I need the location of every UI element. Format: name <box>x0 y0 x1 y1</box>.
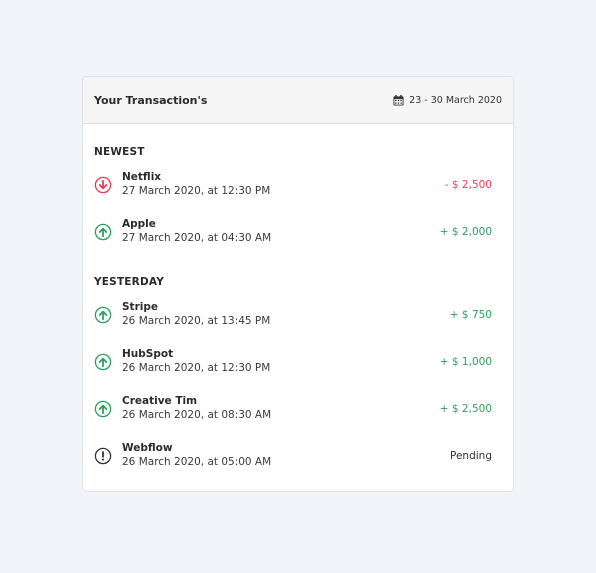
transaction-info: Netflix 27 March 2020, at 12:30 PM <box>122 170 445 199</box>
transaction-list: Stripe 26 March 2020, at 13:45 PM + $ 75… <box>94 291 502 479</box>
transaction-date: 27 March 2020, at 12:30 PM <box>122 185 271 197</box>
transaction-name: Webflow <box>122 442 173 454</box>
transaction-name: HubSpot <box>122 348 174 360</box>
arrow-up-circle-icon <box>94 353 112 371</box>
transaction-amount: + $ 2,000 <box>439 225 492 238</box>
transaction-amount: + $ 2,500 <box>439 402 492 415</box>
transaction-amount: Pending <box>450 449 492 462</box>
transaction-date: 26 March 2020, at 13:45 PM <box>122 315 271 327</box>
transaction-row[interactable]: Creative Tim 26 March 2020, at 08:30 AM … <box>94 385 502 432</box>
card-body: NEWEST Netflix 27 March 2020, at 12:30 P… <box>83 136 513 479</box>
transaction-list: Netflix 27 March 2020, at 12:30 PM - $ 2… <box>94 161 502 255</box>
transaction-info: Apple 27 March 2020, at 04:30 AM <box>122 217 440 246</box>
exclamation-circle-icon <box>94 447 112 465</box>
card-title: Your Transaction's <box>94 93 208 107</box>
date-range-label: 23 - 30 March 2020 <box>409 94 502 106</box>
section-title: YESTERDAY <box>94 276 164 288</box>
transaction-name: Apple <box>122 218 156 230</box>
card-header: Your Transaction's 23 - 30 March 2020 <box>83 77 513 124</box>
transaction-row[interactable]: Stripe 26 March 2020, at 13:45 PM + $ 75… <box>94 291 502 338</box>
arrow-up-circle-icon <box>94 223 112 241</box>
transaction-date: 26 March 2020, at 08:30 AM <box>122 409 272 421</box>
transaction-amount: - $ 2,500 <box>444 178 492 191</box>
transaction-amount: + $ 1,000 <box>439 355 492 368</box>
calendar-icon <box>393 94 404 106</box>
transactions-card: Your Transaction's 23 - 30 March 2020 NE… <box>82 76 514 492</box>
transaction-date: 26 March 2020, at 12:30 PM <box>122 362 271 374</box>
transaction-date: 27 March 2020, at 04:30 AM <box>122 232 272 244</box>
transaction-name: Creative Tim <box>122 395 198 407</box>
arrow-up-circle-icon <box>94 400 112 418</box>
transaction-info: Creative Tim 26 March 2020, at 08:30 AM <box>122 394 440 423</box>
transaction-info: Webflow 26 March 2020, at 05:00 AM <box>122 441 450 470</box>
transaction-info: HubSpot 26 March 2020, at 12:30 PM <box>122 347 440 376</box>
arrow-down-circle-icon <box>94 176 112 194</box>
transaction-info: Stripe 26 March 2020, at 13:45 PM <box>122 300 450 329</box>
section-title: NEWEST <box>94 146 145 158</box>
transaction-name: Stripe <box>122 301 158 313</box>
transaction-row[interactable]: Apple 27 March 2020, at 04:30 AM + $ 2,0… <box>94 208 502 255</box>
transaction-name: Netflix <box>122 171 162 183</box>
transaction-row[interactable]: Webflow 26 March 2020, at 05:00 AM Pendi… <box>94 432 502 479</box>
arrow-up-circle-icon <box>94 306 112 324</box>
transaction-row[interactable]: Netflix 27 March 2020, at 12:30 PM - $ 2… <box>94 161 502 208</box>
transaction-row[interactable]: HubSpot 26 March 2020, at 12:30 PM + $ 1… <box>94 338 502 385</box>
transaction-date: 26 March 2020, at 05:00 AM <box>122 456 272 468</box>
date-range[interactable]: 23 - 30 March 2020 <box>393 94 502 106</box>
transaction-amount: + $ 750 <box>449 308 492 321</box>
